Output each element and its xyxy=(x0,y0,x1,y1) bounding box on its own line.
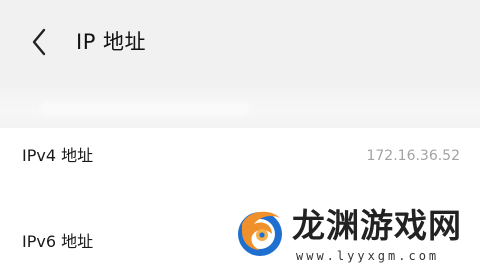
ipv6-label: IPv6 地址 xyxy=(22,232,94,251)
blurred-section-header xyxy=(0,88,480,132)
top-bar: IP 地址 xyxy=(0,0,480,86)
dragon-logo-icon xyxy=(238,211,282,256)
ipv4-label: IPv4 地址 xyxy=(22,146,94,165)
page-title: IP 地址 xyxy=(76,30,147,54)
watermark-url: www.lyyxgm.com xyxy=(296,249,440,263)
watermark-title: 龙渊游戏网 xyxy=(292,206,462,245)
ipv4-row: IPv4 地址 172.16.36.52 xyxy=(0,128,480,184)
back-button[interactable] xyxy=(26,26,54,58)
ipv4-value: 172.16.36.52 xyxy=(366,148,460,164)
site-watermark: 龙渊游戏网 www.lyyxgm.com xyxy=(232,202,480,270)
chevron-left-icon xyxy=(32,28,46,56)
